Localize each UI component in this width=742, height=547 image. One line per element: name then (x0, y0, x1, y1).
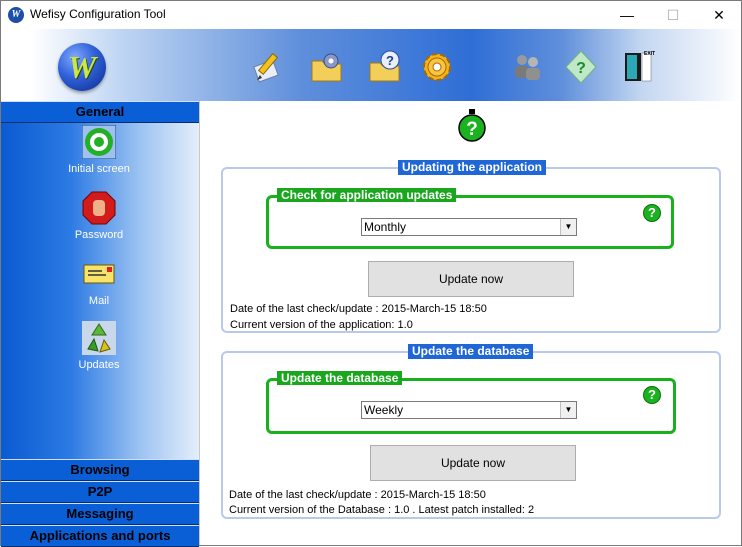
help-icon[interactable]: ? (458, 109, 486, 143)
svg-text:?: ? (576, 60, 586, 77)
edit-icon[interactable] (251, 49, 287, 85)
section-p2p[interactable]: P2P (1, 481, 199, 503)
section-general[interactable]: General (1, 101, 199, 123)
sidebar-item-label: Mail (88, 295, 110, 307)
sidebar-item-label: Updates (78, 359, 120, 371)
sidebar-item-label: Initial screen (68, 163, 130, 175)
svg-text:?: ? (386, 53, 394, 68)
db-update-frequency-box: Update the database Weekly ▼ ? (266, 371, 676, 434)
logo-letter: W (67, 49, 97, 85)
close-button[interactable]: ✕ (696, 1, 742, 29)
select-value: Weekly (364, 403, 404, 417)
select-value: Monthly (364, 220, 407, 234)
stop-hand-icon (82, 191, 116, 225)
help-icon[interactable]: ? (643, 204, 661, 222)
help-icon[interactable]: ? (563, 49, 599, 85)
sub-title: Check for application updates (277, 188, 457, 202)
maximize-button[interactable]: ☐ (650, 1, 696, 29)
db-last-check: Date of the last check/update : 2015-Mar… (229, 489, 486, 501)
help-icon[interactable]: ? (643, 386, 661, 404)
app-update-group: Updating the application Check for appli… (221, 160, 721, 333)
users-icon[interactable] (509, 49, 545, 85)
section-browsing[interactable]: Browsing (1, 459, 199, 481)
app-frequency-select[interactable]: Monthly ▼ (361, 218, 577, 236)
app-version: Current version of the application: 1.0 (230, 319, 413, 331)
exit-label: EXIT (644, 51, 656, 57)
main-panel: ? Updating the application Check for app… (199, 101, 741, 545)
toolbar: W ? ? EXIT (1, 29, 741, 101)
help-folder-icon[interactable]: ? (367, 49, 403, 85)
app-update-frequency-box: Check for application updates Monthly ▼ … (266, 188, 674, 249)
gear-icon[interactable] (419, 49, 455, 85)
db-update-now-button[interactable]: Update now (370, 445, 576, 481)
chevron-down-icon[interactable]: ▼ (560, 402, 576, 418)
envelope-icon (83, 264, 115, 284)
target-icon (82, 125, 116, 159)
app-window: W Wefisy Configuration Tool — ☐ ✕ W ? ? … (0, 0, 742, 547)
section-messaging[interactable]: Messaging (1, 503, 199, 525)
sidebar: General Initial screen Password Mail Upd… (1, 101, 199, 547)
title-bar: W Wefisy Configuration Tool — ☐ ✕ (1, 1, 741, 29)
window-title: Wefisy Configuration Tool (30, 7, 166, 21)
group-title: Updating the application (398, 160, 546, 175)
db-frequency-select[interactable]: Weekly ▼ (361, 401, 577, 419)
minimize-button[interactable]: — (604, 1, 650, 29)
sidebar-panel: Initial screen Password Mail Updates (1, 123, 199, 459)
section-applications-and-ports[interactable]: Applications and ports (1, 525, 199, 547)
chevron-down-icon[interactable]: ▼ (560, 219, 576, 235)
sub-title: Update the database (277, 371, 403, 385)
db-version: Current version of the Database : 1.0 . … (229, 504, 535, 516)
sidebar-item-label: Password (74, 229, 124, 241)
svg-text:?: ? (466, 119, 478, 140)
settings-folder-icon[interactable] (309, 49, 345, 85)
app-icon: W (8, 7, 24, 23)
db-update-group: Update the database Update the database … (221, 344, 721, 519)
group-title: Update the database (408, 344, 534, 359)
app-update-now-button[interactable]: Update now (368, 261, 574, 297)
recycle-icon (82, 321, 116, 355)
wefisy-logo: W (58, 43, 106, 91)
app-last-check: Date of the last check/update : 2015-Mar… (230, 303, 487, 315)
